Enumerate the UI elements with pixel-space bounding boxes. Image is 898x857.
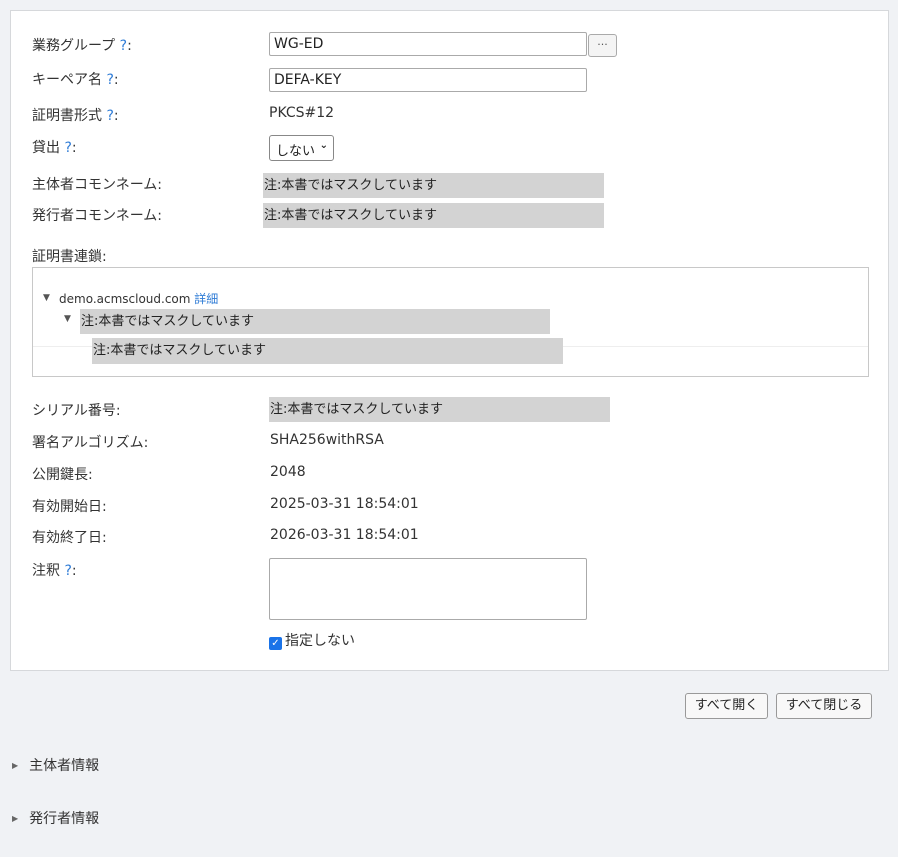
no-spec-row: ✓ 指定しない (269, 630, 355, 650)
format-value: PKCS#12 (269, 105, 335, 121)
chain-root-item: demo.acmscloud.com 詳細 (59, 292, 219, 306)
valid-from-label: 有効開始日: (32, 499, 107, 515)
triangle-down-icon[interactable]: ▼ (64, 314, 71, 324)
section-subject-info[interactable]: ▶ 主体者情報 (12, 755, 99, 775)
keypair-input[interactable] (269, 68, 587, 92)
key-length-value: 2048 (270, 464, 306, 480)
collapse-all-button[interactable]: すべて閉じる (776, 693, 872, 719)
checkmark-icon[interactable]: ✓ (269, 637, 282, 650)
no-spec-label[interactable]: 指定しない (285, 633, 355, 649)
issuer-cn-value: 注:本書ではマスクしています (263, 203, 604, 228)
issuer-cn-label: 発行者コモンネーム: (32, 208, 163, 224)
triangle-right-icon: ▶ (12, 761, 19, 770)
triangle-down-icon[interactable]: ▼ (43, 293, 50, 303)
chevron-down-icon: ⌄ (319, 140, 328, 151)
format-label: 証明書形式 ?: (32, 108, 119, 124)
chain-detail-link[interactable]: 詳細 (194, 292, 218, 306)
lending-select[interactable]: しない ⌄ (269, 135, 334, 161)
serial-value: 注:本書ではマスクしています (269, 397, 610, 422)
expand-all-button[interactable]: すべて開く (685, 693, 768, 719)
subject-cn-value: 注:本書ではマスクしています (263, 173, 604, 198)
serial-label: シリアル番号: (32, 403, 121, 419)
subject-cn-label: 主体者コモンネーム: (32, 177, 163, 193)
group-picker-button[interactable]: ··· (588, 34, 617, 57)
key-length-label: 公開鍵長: (32, 467, 93, 483)
section-issuer-info[interactable]: ▶ 発行者情報 (12, 808, 99, 828)
triangle-right-icon: ▶ (12, 814, 19, 823)
note-textarea[interactable] (269, 558, 587, 620)
group-help-link[interactable]: ? (120, 38, 127, 54)
lending-label: 貸出 ?: (32, 140, 77, 156)
note-help-link[interactable]: ? (64, 563, 71, 579)
group-input[interactable] (269, 32, 587, 56)
chain-level3-item: 注:本書ではマスクしています (92, 338, 563, 364)
keypair-label: キーペア名 ?: (32, 72, 119, 88)
group-label: 業務グループ ?: (32, 38, 132, 54)
valid-from-value: 2025-03-31 18:54:01 (270, 496, 419, 512)
chain-level2-item: 注:本書ではマスクしています (80, 309, 550, 334)
lending-select-value: しない (276, 144, 316, 159)
note-label: 注釈 ?: (32, 563, 77, 579)
certificate-detail-panel: 業務グループ ?: ··· キーペア名 ?: 証明書形式 ?: PKCS#12 … (10, 10, 889, 671)
format-help-link[interactable]: ? (106, 108, 113, 124)
algorithm-label: 署名アルゴリズム: (32, 435, 149, 451)
certificate-chain-tree: ▼ demo.acmscloud.com 詳細 ▼ 注:本書ではマスクしています… (32, 267, 869, 377)
valid-to-label: 有効終了日: (32, 530, 107, 546)
chain-label: 証明書連鎖: (32, 249, 107, 265)
lending-help-link[interactable]: ? (64, 140, 71, 156)
algorithm-value: SHA256withRSA (270, 432, 384, 448)
keypair-help-link[interactable]: ? (106, 72, 113, 88)
valid-to-value: 2026-03-31 18:54:01 (270, 527, 419, 543)
